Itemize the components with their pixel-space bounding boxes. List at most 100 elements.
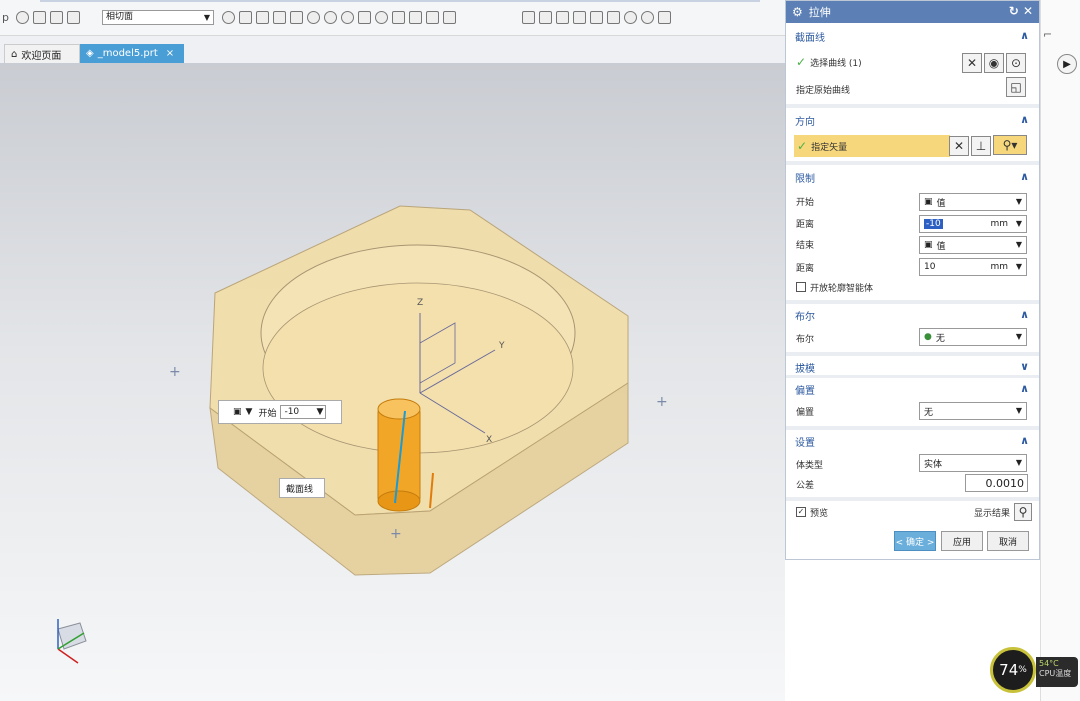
solid-icon[interactable] [50,10,63,24]
render-icon[interactable] [624,10,637,24]
tab-model5[interactable]: ◈ _model5.prt × [80,44,184,63]
right-resource-strip: ⌐ ▶ [1040,0,1080,701]
limits-header[interactable]: 限制 ∧ [786,166,1039,188]
ok-button[interactable]: < 确定 > [894,531,936,551]
dialog-title: 拉伸 [808,6,831,19]
cylinder-body [377,408,421,502]
boolean-select[interactable]: ● 无 ▼ [919,328,1027,346]
end-type-select[interactable]: ▣ 值 ▼ [919,236,1027,254]
graphics-viewport[interactable]: Z Y X + + + [0,63,785,701]
body-icon[interactable] [67,10,80,24]
plus-marker-bottom: + [390,526,402,542]
boolean-header[interactable]: 布尔 ∧ [786,304,1039,326]
part-icon: ◈ [86,48,94,59]
dialog-titlebar: ⚙ 拉伸 ↻ ✕ [786,1,1039,23]
point-icon[interactable] [307,10,320,24]
arc-icon[interactable] [409,10,422,24]
check-icon: ✓ [797,139,808,153]
section-plane-select[interactable]: 相切面 ▼ [102,10,214,25]
axis-label-y: Y [498,341,505,351]
tab-welcome-label: 欢迎页面 [21,50,62,62]
tolerance-input[interactable]: 0.0010 [965,474,1028,492]
body-icon: ▣ [924,240,933,250]
more-dots-icon[interactable] [222,10,235,24]
start-type-chevron-icon[interactable]: ▼ [246,407,253,417]
offset-select[interactable]: 无 ▼ [919,402,1027,420]
home-icon: ⌂ [11,48,18,60]
vector-dialog-icon[interactable]: ⊥ [971,136,991,156]
sketch-section-icon[interactable]: ⊙ [1006,53,1026,73]
grid-icon[interactable] [522,10,535,24]
frame-icon[interactable] [539,10,552,24]
end-distance-input[interactable]: 10 mm ▼ [919,258,1027,276]
body-icon[interactable]: ▣ [233,407,242,417]
plus-marker-left: + [169,364,181,380]
check-icon: ✓ [796,55,807,69]
line-icon[interactable] [239,10,252,24]
reverse-vector-icon[interactable]: ✕ [949,136,969,156]
axis-label-x: X [486,435,492,445]
cube-icon[interactable] [573,10,586,24]
start-type-select[interactable]: ▣ 值 ▼ [919,193,1027,211]
vector-type-icon[interactable]: ⚲▾ [993,135,1027,155]
cancel-button[interactable]: 取消 [987,531,1029,551]
toolbar-top-strip [40,0,760,4]
view-dropdown-icon[interactable] [33,10,46,24]
spline-icon[interactable] [256,10,269,24]
shade-icon[interactable] [590,10,603,24]
model-drawing[interactable]: Z Y X + + + [0,63,785,701]
snap-group[interactable] [14,8,82,26]
view-tools-group [520,8,673,26]
show-result-label: 显示结果 [974,508,1011,519]
plus-marker-right: + [656,394,668,410]
roles-icon[interactable]: ▶ [1057,54,1077,74]
magnifier-icon[interactable]: ⚲ [1014,503,1032,521]
deselect-curve-icon[interactable]: ✕ [962,53,982,73]
tab-welcome[interactable]: ⌂ 欢迎页面 [4,44,80,63]
specify-vector-row[interactable]: ✓ 指定矢量 [794,135,950,157]
trim-icon[interactable] [426,10,439,24]
close-icon[interactable]: × [166,48,174,59]
layer-icon[interactable] [658,10,671,24]
display-mode-icon[interactable] [641,10,654,24]
document-tabs: ⌂ 欢迎页面 ◈ _model5.prt × [0,36,785,63]
start-distance-input[interactable]: -10 mm ▼ [919,215,1027,233]
section-curve-tag[interactable]: 截面线 [279,478,325,498]
origin-curve-icon[interactable]: ◱ [1006,77,1026,97]
curve-tools-group [220,8,458,26]
direction-header[interactable]: 方向 ∧ [786,109,1039,131]
curve-icon[interactable] [273,10,286,24]
open-profile-checkbox[interactable]: 开放轮廓智能体 [786,276,1039,298]
cpu-temp-label: 54°C CPU温度 [1036,657,1078,687]
gear-icon[interactable]: ⚙ [792,5,803,19]
slash-icon[interactable] [392,10,405,24]
apply-button[interactable]: 应用 [941,531,983,551]
close-dialog-icon[interactable]: ✕ [1023,4,1033,18]
section-curve-header[interactable]: 截面线 ∧ [786,25,1039,47]
target-icon[interactable] [375,10,388,24]
main-toolbar: p 相切面 ▼ [0,0,785,36]
floating-start-input: ▣ ▼ 开始 -10 ▼ [218,400,342,424]
plus-icon[interactable] [358,10,371,24]
fit-icon[interactable] [556,10,569,24]
specify-origin-curve-row[interactable]: 指定原始曲线 [786,78,1039,100]
boolean-none-icon: ● [924,332,932,342]
axis-label-z: Z [417,298,423,308]
settings-header[interactable]: 设置 ∧ [786,430,1039,452]
cpu-usage-gauge: 74% [990,647,1036,693]
gear-shape-icon[interactable] [341,10,354,24]
expand-corner-icon[interactable]: ⌐ [1043,28,1052,41]
toolbar-left-glyph: p [2,10,9,24]
reset-icon[interactable]: ↻ [1009,4,1019,18]
curve-rule-icon[interactable]: ◉ [984,53,1004,73]
zoom-window-icon[interactable] [607,10,620,24]
polyline-icon[interactable] [290,10,303,24]
circle-icon[interactable] [324,10,337,24]
float-start-label: 开始 [258,408,277,419]
float-start-input[interactable]: -10 ▼ [280,405,327,419]
extend-icon[interactable] [443,10,456,24]
offset-header[interactable]: 偏置 ∧ [786,378,1039,400]
body-type-select[interactable]: 实体 ▼ [919,454,1027,472]
snap-icon[interactable] [16,10,29,24]
view-triad-cube [57,622,87,650]
